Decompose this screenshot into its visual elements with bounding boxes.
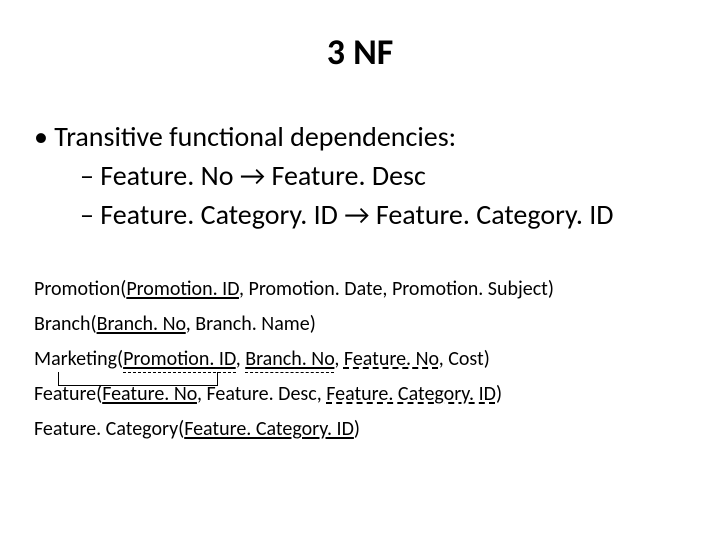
- dependency-rhs: Feature. Desc: [272, 158, 426, 193]
- primary-key: Feature. Category. ID: [184, 417, 354, 441]
- relation-head: Promotion(: [34, 277, 126, 301]
- relation-tail: ): [354, 417, 360, 441]
- relation-branch: Branch(Branch. No, Branch. Name): [34, 311, 690, 338]
- relation-rest: , Cost): [439, 347, 490, 371]
- dependency-rhs: Feature. Category. ID: [376, 197, 614, 232]
- relation-feature-category: Feature. Category(Feature. Category. ID): [34, 416, 690, 443]
- sep: ,: [236, 347, 246, 371]
- slide-title: 3 NF: [30, 30, 690, 74]
- dependency-lhs: Feature. No: [100, 158, 271, 193]
- primary-key: Promotion. ID: [126, 277, 239, 301]
- connector-bracket: [58, 372, 218, 386]
- relation-head: Marketing(: [34, 347, 123, 371]
- slide: 3 NF Transitive functional dependencies:…: [0, 0, 720, 540]
- primary-foreign-key: Promotion. ID: [123, 347, 236, 373]
- primary-foreign-key: Branch. No: [245, 347, 334, 373]
- relation-head: Branch(: [34, 312, 97, 336]
- bullet-sub-2: Feature. Category. IDFeature. Category. …: [80, 197, 690, 232]
- relation-rest: , Branch. Name): [186, 312, 316, 336]
- dependency-lhs: Feature. Category. ID: [100, 197, 376, 232]
- relation-head: Feature. Category(: [34, 417, 184, 441]
- relation-rest: , Promotion. Date, Promotion. Subject): [239, 277, 554, 301]
- relation-marketing: Marketing(Promotion. ID, Branch. No, Fea…: [34, 346, 690, 373]
- foreign-key: Feature. Category. ID: [326, 382, 496, 406]
- foreign-key: Feature. No: [344, 347, 439, 371]
- primary-key: Branch. No: [97, 312, 186, 336]
- spacer: [30, 236, 690, 276]
- relation-promotion: Promotion(Promotion. ID, Promotion. Date…: [34, 276, 690, 303]
- bullet-sub-1: Feature. NoFeature. Desc: [80, 158, 690, 193]
- bullet-main: Transitive functional dependencies:: [34, 119, 690, 154]
- sep: ,: [334, 347, 344, 371]
- relation-tail: ): [496, 382, 502, 406]
